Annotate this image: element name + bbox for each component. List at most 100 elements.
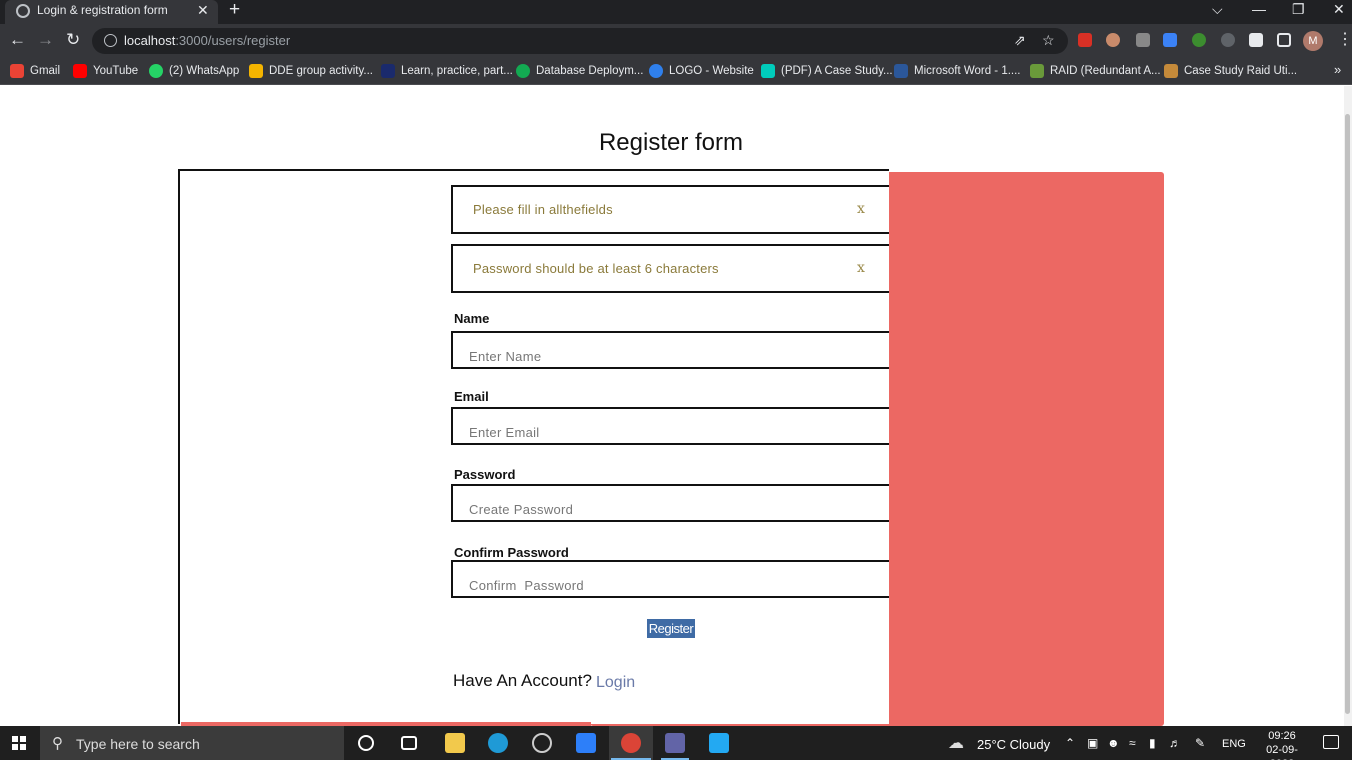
bookmark-favicon-icon bbox=[10, 64, 24, 78]
scrollbar-thumb[interactable] bbox=[1345, 114, 1350, 714]
wifi-icon[interactable]: ≈ bbox=[1129, 736, 1136, 750]
bookmark-item[interactable]: LOGO - Website bbox=[649, 63, 754, 79]
reload-icon[interactable]: ↻ bbox=[66, 30, 80, 50]
bookmark-item[interactable]: (2) WhatsApp bbox=[149, 63, 239, 79]
mongodb-leaf-icon bbox=[516, 64, 530, 78]
vscode-icon[interactable] bbox=[709, 733, 729, 753]
page-content: Register form Please fill in allthefield… bbox=[0, 86, 1352, 726]
page-title: Register form bbox=[598, 129, 744, 156]
bookmarks-bar: Gmail YouTube (2) WhatsApp DDE group act… bbox=[0, 58, 1352, 85]
weather-text[interactable]: 25°C Cloudy bbox=[977, 737, 1050, 752]
minimize-button[interactable]: — bbox=[1252, 1, 1266, 17]
name-field[interactable] bbox=[451, 331, 889, 369]
side-panel-icon[interactable] bbox=[1277, 33, 1291, 47]
unstop-icon bbox=[381, 64, 395, 78]
new-tab-button[interactable]: + bbox=[229, 0, 240, 20]
bookmark-item[interactable]: YouTube bbox=[73, 63, 138, 79]
extension-icon[interactable] bbox=[1192, 33, 1206, 47]
cortana-icon[interactable] bbox=[358, 735, 374, 751]
tab-title: Login & registration form bbox=[37, 3, 168, 17]
language-indicator[interactable]: ENG bbox=[1222, 738, 1246, 750]
puzzle-icon[interactable] bbox=[1249, 33, 1263, 47]
address-bar[interactable]: localhost:3000/users/register ⇗ ☆ bbox=[92, 28, 1068, 54]
extension-icon[interactable] bbox=[1106, 33, 1120, 47]
alert-close-icon[interactable]: x bbox=[857, 201, 865, 217]
clock-date: 02-09-2022 bbox=[1266, 744, 1298, 760]
bookmark-item[interactable]: Database Deploym... bbox=[516, 63, 643, 79]
bookmark-star-icon[interactable]: ☆ bbox=[1042, 32, 1055, 49]
bookmark-item[interactable]: (PDF) A Case Study... bbox=[761, 63, 893, 79]
mail-icon[interactable] bbox=[576, 733, 596, 753]
extension-icon[interactable] bbox=[1221, 33, 1235, 47]
document-icon bbox=[894, 64, 908, 78]
menu-kebab-icon[interactable]: ⋮ bbox=[1337, 31, 1352, 49]
alert-message: Please fill in allthefields bbox=[473, 202, 613, 217]
volume-icon[interactable]: ♬ bbox=[1169, 736, 1181, 750]
name-label: Name bbox=[454, 311, 490, 326]
error-alert: Please fill in allthefields x bbox=[451, 185, 889, 234]
windows-taskbar: ⚲ Type here to search ☁ 25°C Cloudy ⌃ ▣ … bbox=[0, 726, 1352, 760]
page-scrollbar[interactable] bbox=[1344, 86, 1352, 726]
search-icon: ⚲ bbox=[52, 735, 63, 752]
back-arrow-icon[interactable]: ← bbox=[9, 30, 26, 50]
extension-icon[interactable] bbox=[1078, 33, 1092, 47]
alert-message: Password should be at least 6 characters bbox=[473, 261, 719, 276]
bookmark-item[interactable]: Gmail bbox=[10, 63, 60, 79]
slides-icon bbox=[249, 64, 263, 78]
email-field[interactable] bbox=[451, 407, 889, 445]
confirm-password-field[interactable] bbox=[451, 560, 889, 598]
confirm-password-label: Confirm Password bbox=[454, 545, 569, 560]
tab-search-chevron-icon[interactable]: ⌵ bbox=[1212, 1, 1223, 18]
battery-icon[interactable]: ▮ bbox=[1149, 736, 1156, 750]
site-info-icon[interactable] bbox=[104, 34, 117, 47]
bookmark-item[interactable]: Learn, practice, part... bbox=[381, 63, 513, 79]
url-text[interactable]: localhost:3000/users/register bbox=[124, 33, 290, 48]
email-label: Email bbox=[454, 389, 489, 404]
password-label: Password bbox=[454, 467, 516, 482]
windows-start-icon[interactable] bbox=[12, 736, 26, 750]
extension-icon[interactable] bbox=[1136, 33, 1150, 47]
browser-tab-strip: Login & registration form ✕ + ⌵ — ❐ ✕ bbox=[0, 0, 1352, 24]
cloud-icon: ☁ bbox=[948, 735, 964, 752]
document-icon bbox=[1164, 64, 1178, 78]
have-account-text: Have An Account? bbox=[453, 671, 592, 690]
notification-icon[interactable] bbox=[1323, 735, 1339, 749]
chevron-up-icon[interactable]: ⌃ bbox=[1065, 736, 1075, 750]
register-button[interactable]: Register bbox=[647, 619, 695, 638]
meet-now-icon[interactable]: ▣ bbox=[1087, 736, 1098, 750]
forward-arrow-icon[interactable]: → bbox=[37, 30, 54, 50]
login-link[interactable]: Login bbox=[596, 674, 635, 692]
researchgate-icon bbox=[761, 64, 775, 78]
bookmark-item[interactable]: Case Study Raid Uti... bbox=[1164, 63, 1297, 79]
task-view-icon[interactable] bbox=[401, 736, 417, 750]
taskbar-search-box[interactable]: ⚲ Type here to search bbox=[40, 726, 344, 760]
globe-icon bbox=[16, 4, 30, 18]
bookmark-item[interactable]: RAID (Redundant A... bbox=[1030, 63, 1161, 79]
people-icon[interactable]: ☻ bbox=[1107, 736, 1120, 750]
error-alert: Password should be at least 6 characters… bbox=[451, 244, 889, 293]
clock[interactable]: 09:26 02-09-2022 bbox=[1254, 729, 1310, 760]
share-icon[interactable]: ⇗ bbox=[1014, 32, 1026, 49]
edge-icon[interactable] bbox=[488, 733, 508, 753]
avatar[interactable]: M bbox=[1303, 31, 1323, 51]
tab-close-icon[interactable]: ✕ bbox=[197, 2, 209, 19]
link-icon bbox=[1030, 64, 1044, 78]
pen-icon[interactable]: ✎ bbox=[1195, 736, 1205, 750]
more-bookmarks-icon[interactable]: » bbox=[1334, 62, 1341, 77]
bookmark-item[interactable]: Microsoft Word - 1.... bbox=[894, 63, 1021, 79]
dell-icon[interactable] bbox=[532, 733, 552, 753]
file-explorer-icon[interactable] bbox=[445, 733, 465, 753]
restore-button[interactable]: ❐ bbox=[1292, 1, 1305, 18]
alert-close-icon[interactable]: x bbox=[857, 260, 865, 276]
clock-time: 09:26 bbox=[1268, 730, 1296, 742]
canva-icon bbox=[649, 64, 663, 78]
extension-icon[interactable] bbox=[1163, 33, 1177, 47]
bookmark-item[interactable]: DDE group activity... bbox=[249, 63, 373, 79]
whatsapp-icon bbox=[149, 64, 163, 78]
teams-icon[interactable] bbox=[665, 733, 685, 753]
close-window-button[interactable]: ✕ bbox=[1333, 1, 1345, 18]
chrome-icon[interactable] bbox=[621, 733, 641, 753]
password-field[interactable] bbox=[451, 484, 889, 522]
search-placeholder: Type here to search bbox=[76, 736, 200, 752]
browser-tab[interactable]: Login & registration form ✕ bbox=[5, 0, 218, 24]
